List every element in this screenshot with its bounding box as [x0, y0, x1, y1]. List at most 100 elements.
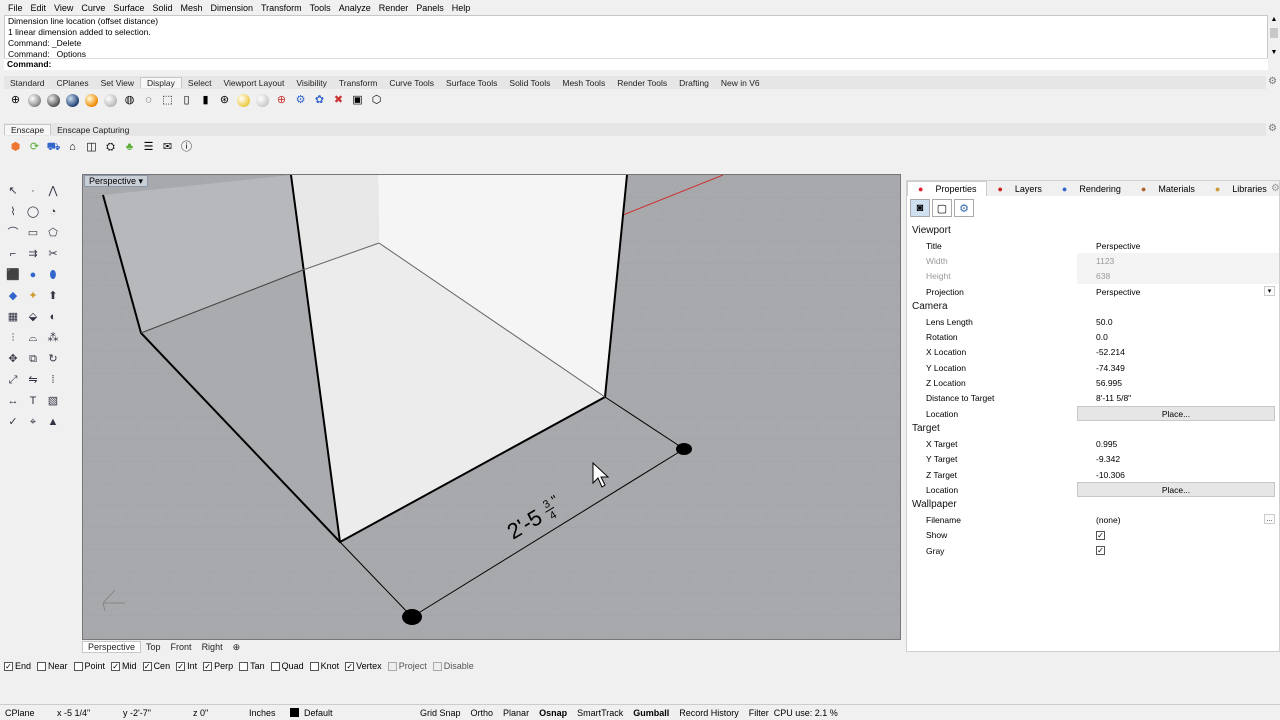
join-icon[interactable]: ⌓	[24, 329, 42, 347]
perspective-viewport[interactable]: 2'-5 3 4 "	[82, 174, 901, 640]
rectangle-icon[interactable]: ▭	[24, 224, 42, 242]
material-icon[interactable]: ⚙	[293, 93, 308, 108]
dimension-end-dot-left[interactable]	[402, 609, 422, 625]
boolean-icon[interactable]: ◐	[44, 308, 62, 326]
panel-tab-rendering[interactable]: ● Rendering	[1052, 181, 1131, 196]
xray-icon[interactable]	[84, 93, 99, 108]
point-icon[interactable]: ·	[24, 182, 42, 200]
ortho-toggle[interactable]: Ortho	[466, 708, 499, 718]
dropdown-arrow-icon[interactable]: ▾	[139, 176, 144, 186]
osnap-perp[interactable]: ✓ Perp	[203, 661, 233, 671]
text-icon[interactable]: T	[24, 392, 42, 410]
enscape-settings-icon[interactable]: ⛭	[103, 140, 118, 155]
section-icon[interactable]: ⊕	[274, 93, 289, 108]
arctic-icon[interactable]: ⬚	[160, 93, 175, 108]
wireframe-icon[interactable]: ⊕	[8, 93, 23, 108]
osnap-near[interactable]: Near	[37, 661, 68, 671]
osnap-checkbox[interactable]: ✓	[176, 661, 186, 671]
viewport-tab-top[interactable]: Top	[141, 642, 166, 652]
osnap-checkbox[interactable]	[270, 661, 280, 671]
osnap-cen[interactable]: ✓ Cen	[142, 661, 170, 671]
shaded-icon[interactable]	[27, 93, 42, 108]
viewport-title-tab[interactable]: Perspective ▾	[84, 175, 149, 187]
tab-enscape-capturing[interactable]: Enscape Capturing	[51, 125, 135, 135]
polygon-icon[interactable]: ⬠	[44, 224, 62, 242]
projection-select[interactable]: Perspective ▾	[1077, 284, 1279, 299]
panel-tab-libraries[interactable]: ● Libraries	[1205, 181, 1277, 196]
tab-set-view[interactable]: Set View	[95, 78, 140, 88]
menu-edit[interactable]: Edit	[27, 3, 51, 13]
osnap-disable[interactable]: Disable	[432, 661, 474, 671]
osnap-toggle[interactable]: Osnap	[534, 708, 572, 718]
tab-cplanes[interactable]: CPlanes	[51, 78, 95, 88]
enscape-upload-icon[interactable]: ☰	[141, 140, 156, 155]
gray-checkbox[interactable]: ✓	[1096, 546, 1105, 556]
osnap-checkbox[interactable]	[432, 661, 442, 671]
dimension-icon[interactable]: ↔	[4, 392, 22, 410]
tab-viewport-layout[interactable]: Viewport Layout	[218, 78, 291, 88]
y-target-field[interactable]: -9.342	[1077, 452, 1279, 467]
tab-render-tools[interactable]: Render Tools	[611, 78, 673, 88]
menu-curve[interactable]: Curve	[77, 3, 109, 13]
z-location-field[interactable]: 56.995	[1077, 375, 1279, 390]
layer-swatch-icon[interactable]	[290, 708, 299, 717]
tab-curve-tools[interactable]: Curve Tools	[383, 78, 440, 88]
screen-icon[interactable]: ▣	[350, 93, 365, 108]
move-icon[interactable]: ✥	[4, 350, 22, 368]
capture-icon[interactable]: ⬡	[369, 93, 384, 108]
viewport-icon[interactable]: ▢	[932, 199, 952, 217]
tab-display[interactable]: Display	[140, 77, 182, 88]
viewport-tab-front[interactable]: Front	[166, 642, 197, 652]
mirror-icon[interactable]: ⇋	[24, 371, 42, 389]
grid-snap-toggle[interactable]: Grid Snap	[415, 708, 466, 718]
menu-surface[interactable]: Surface	[109, 3, 148, 13]
distance-to-target-field[interactable]: 8'-11 5/8"	[1077, 391, 1279, 406]
enscape-screenshot-icon[interactable]: ◫	[84, 140, 99, 155]
toolbar-gear-icon[interactable]: ⚙	[1268, 76, 1277, 87]
cplane-label[interactable]: CPlane	[0, 708, 52, 718]
hatch-icon[interactable]: ▧	[44, 392, 62, 410]
chevron-down-icon[interactable]: ▾	[1264, 285, 1275, 296]
osnap-checkbox[interactable]	[239, 661, 249, 671]
planar-toggle[interactable]: Planar	[498, 708, 534, 718]
osnap-checkbox[interactable]: ✓	[203, 661, 213, 671]
menu-help[interactable]: Help	[448, 3, 475, 13]
viewport-tab-perspective[interactable]: Perspective	[82, 641, 142, 653]
panel-gear-icon[interactable]: ⚙	[1271, 183, 1280, 194]
copy-icon[interactable]: ⧉	[24, 350, 42, 368]
osnap-int[interactable]: ✓ Int	[176, 661, 197, 671]
osnap-checkbox[interactable]	[387, 661, 397, 671]
osnap-tan[interactable]: Tan	[239, 661, 265, 671]
osnap-project[interactable]: Project	[387, 661, 427, 671]
extrude-icon[interactable]: ⬆	[44, 287, 62, 305]
enscape-start-icon[interactable]: ⬢	[8, 140, 23, 155]
panel-tab-materials[interactable]: ● Materials	[1131, 181, 1205, 196]
rotation-field[interactable]: 0.0	[1077, 329, 1279, 344]
tab-enscape[interactable]: Enscape	[4, 124, 52, 135]
surface-icon[interactable]: ◆	[4, 287, 22, 305]
add-viewport-icon[interactable]: ⊕	[228, 642, 246, 653]
enscape-sync-icon[interactable]: ⟳	[27, 140, 42, 155]
panel-tab-layers[interactable]: ● Layers	[987, 181, 1051, 196]
technical-icon[interactable]	[103, 93, 118, 108]
pen-icon[interactable]: ◌	[141, 93, 156, 108]
dimension-end-dot-right[interactable]	[676, 443, 692, 455]
scroll-up-icon[interactable]: ▲	[1268, 15, 1280, 25]
clipping-icon[interactable]: ✖	[331, 93, 346, 108]
tab-solid-tools[interactable]: Solid Tools	[503, 78, 556, 88]
osnap-vertex[interactable]: ✓ Vertex	[345, 661, 382, 671]
osnap-checkbox[interactable]	[37, 661, 47, 671]
gumball-toggle[interactable]: Gumball	[628, 708, 674, 718]
enscape-views-icon[interactable]: ⛟	[46, 140, 61, 155]
tab-new-in-v6[interactable]: New in V6	[715, 78, 766, 88]
plugin-gear-icon[interactable]: ⚙	[1268, 123, 1277, 134]
command-prompt[interactable]: Command:	[4, 58, 1268, 70]
enscape-feedback-icon[interactable]: ✉	[160, 140, 175, 155]
filename-field[interactable]: (none)...	[1077, 512, 1279, 527]
menu-render[interactable]: Render	[375, 3, 413, 13]
sphere-icon[interactable]: ●	[24, 266, 42, 284]
osnap-quad[interactable]: Quad	[270, 661, 304, 671]
solid-icon[interactable]: ⬙	[24, 308, 42, 326]
loft-icon[interactable]: ✦	[24, 287, 42, 305]
enscape-asset-icon[interactable]: ♣	[122, 140, 137, 155]
